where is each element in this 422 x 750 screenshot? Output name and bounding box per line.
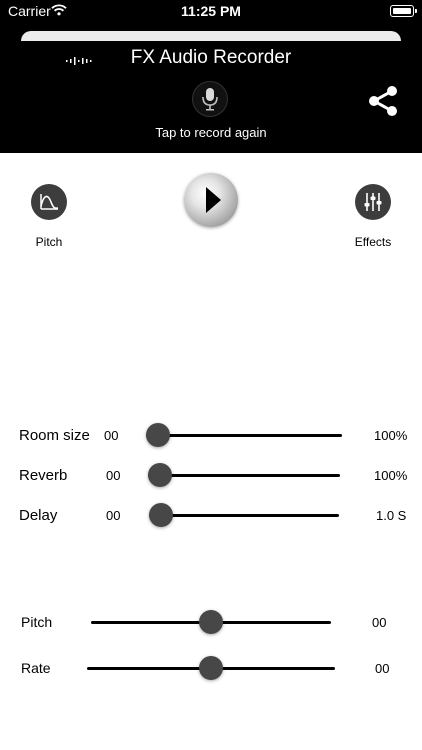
header-bar: Carrier 11:25 PM FX Audio Recorder Tap t… — [0, 0, 422, 153]
slider-label: Room size — [19, 427, 90, 444]
slider-thumb[interactable] — [199, 656, 223, 680]
effects-button[interactable] — [355, 184, 391, 220]
slider-thumb[interactable] — [146, 423, 170, 447]
sheet-edge — [21, 31, 401, 41]
slider-track[interactable] — [149, 514, 339, 517]
slider-value: 00 — [375, 661, 390, 676]
status-bar: Carrier 11:25 PM — [0, 0, 422, 22]
slider-min-value: 00 — [106, 508, 121, 523]
slider-min-value: 00 — [104, 428, 119, 443]
effects-button-label: Effects — [354, 235, 392, 249]
battery-icon — [390, 5, 414, 17]
play-button[interactable] — [184, 173, 238, 227]
slider-max-value: 100% — [374, 428, 408, 443]
clock: 11:25 PM — [181, 3, 241, 19]
slider-thumb[interactable] — [149, 503, 173, 527]
pitch-button-label: Pitch — [35, 235, 63, 249]
slider-label: Reverb — [19, 467, 68, 484]
pitch-button[interactable] — [31, 184, 67, 220]
slider-max-value: 1.0 S — [376, 508, 407, 523]
slider-track[interactable] — [146, 434, 342, 437]
slider-max-value: 100% — [374, 468, 408, 483]
battery-tip — [415, 9, 417, 13]
slider-min-value: 00 — [106, 468, 121, 483]
record-caption: Tap to record again — [155, 125, 267, 140]
slider-label: Delay — [19, 507, 58, 524]
slider-label: Rate — [21, 660, 51, 676]
slider-value: 00 — [372, 615, 387, 630]
slider-thumb[interactable] — [199, 610, 223, 634]
share-icon[interactable] — [366, 84, 400, 123]
slider-label: Pitch — [21, 614, 53, 630]
record-button[interactable] — [192, 81, 228, 117]
slider-thumb[interactable] — [148, 463, 172, 487]
app-title: FX Audio Recorder — [130, 47, 292, 68]
slider-track[interactable] — [148, 474, 340, 477]
